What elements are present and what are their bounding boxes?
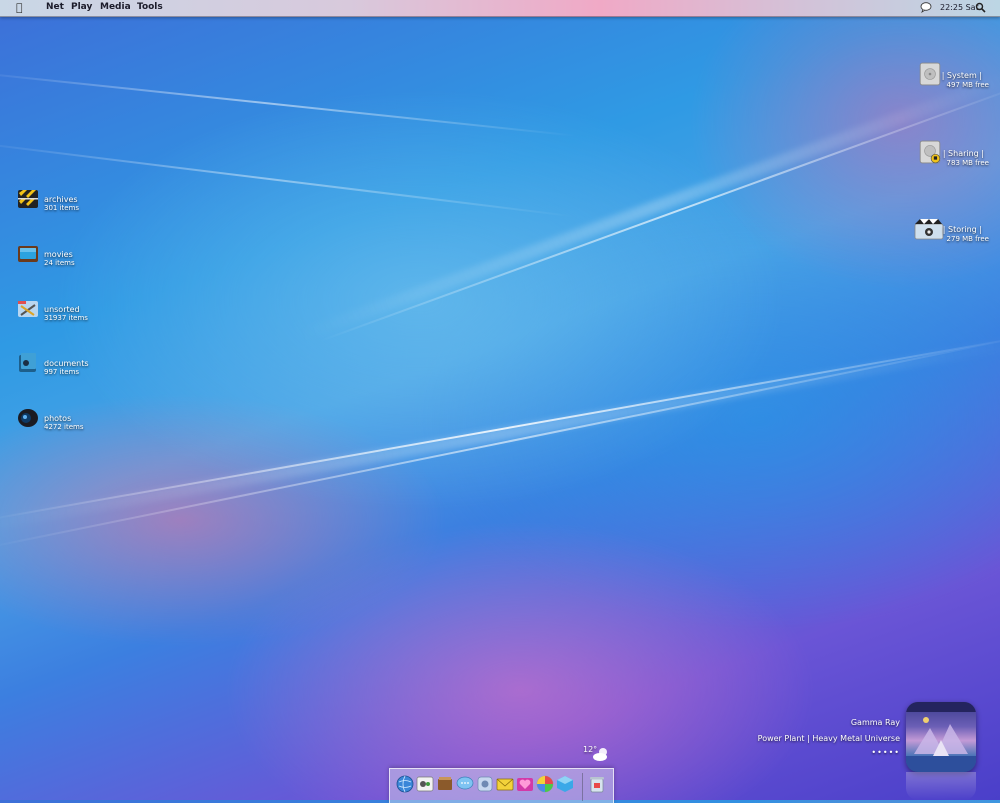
icon-label: movies bbox=[44, 250, 73, 259]
light-streak bbox=[0, 140, 576, 218]
icon-label: photos bbox=[44, 414, 72, 423]
drive-label: | System | bbox=[941, 71, 982, 80]
drive-label: | Sharing | bbox=[942, 149, 984, 158]
tools-folder-icon bbox=[18, 301, 38, 317]
menu-bar:  Net Play Media Tools 22:25 Sat bbox=[0, 0, 1000, 17]
apple-icon[interactable]:  bbox=[16, 1, 23, 14]
icon-count: 24 items bbox=[44, 259, 75, 267]
books-icon[interactable] bbox=[436, 775, 454, 793]
partly-cloudy-icon bbox=[593, 748, 607, 761]
icon-count: 997 items bbox=[44, 368, 80, 376]
menu-media[interactable]: Media bbox=[100, 2, 131, 12]
light-streak bbox=[0, 70, 577, 137]
documents-icon bbox=[19, 353, 36, 372]
light-streak bbox=[297, 70, 1000, 342]
archive-box-icon bbox=[18, 190, 38, 208]
color-picker-icon[interactable] bbox=[536, 775, 554, 793]
drive-free: 279 MB free bbox=[946, 235, 989, 243]
drive-label: | Storing | bbox=[942, 225, 982, 234]
drive-free: 497 MB free bbox=[946, 81, 989, 89]
globe-icon[interactable] bbox=[396, 775, 414, 793]
cube-icon[interactable] bbox=[556, 775, 574, 793]
hard-drive-icon bbox=[919, 62, 941, 86]
trash-icon[interactable] bbox=[588, 775, 606, 793]
search-icon[interactable] bbox=[975, 2, 986, 13]
icon-label: documents bbox=[44, 359, 89, 368]
icon-count: 31937 items bbox=[44, 314, 88, 322]
shared-drive-icon bbox=[919, 140, 941, 164]
track-rating[interactable]: ••••• bbox=[871, 748, 900, 757]
album-cover[interactable] bbox=[906, 702, 976, 772]
menu-net[interactable]: Net bbox=[46, 2, 64, 12]
track-artist: Gamma Ray bbox=[850, 718, 900, 727]
chat-bubble-icon[interactable] bbox=[920, 2, 932, 13]
network-icon[interactable] bbox=[476, 775, 494, 793]
icon-count: 301 items bbox=[44, 204, 80, 212]
menu-tools[interactable]: Tools bbox=[137, 2, 163, 12]
icon-label: archives bbox=[44, 195, 78, 204]
tv-icon bbox=[18, 246, 38, 262]
drive-free: 783 MB free bbox=[946, 159, 989, 167]
album-cover-reflection bbox=[906, 772, 976, 800]
camera-lens-icon bbox=[18, 409, 38, 427]
menu-play[interactable]: Play bbox=[71, 2, 92, 12]
finder-icon[interactable] bbox=[416, 775, 434, 793]
icon-label: unsorted bbox=[44, 305, 80, 314]
mail-icon[interactable] bbox=[496, 775, 514, 793]
icon-count: 4272 items bbox=[44, 423, 84, 431]
menu-clock[interactable]: 22:25 Sat bbox=[940, 3, 979, 12]
track-album: Power Plant | Heavy Metal Universe bbox=[757, 734, 900, 743]
storage-drive-icon bbox=[914, 219, 944, 240]
dock bbox=[389, 768, 614, 803]
album-art bbox=[906, 702, 976, 772]
chat-icon[interactable] bbox=[456, 775, 474, 793]
dock-separator bbox=[582, 773, 583, 801]
heart-folder-icon[interactable] bbox=[516, 775, 534, 793]
